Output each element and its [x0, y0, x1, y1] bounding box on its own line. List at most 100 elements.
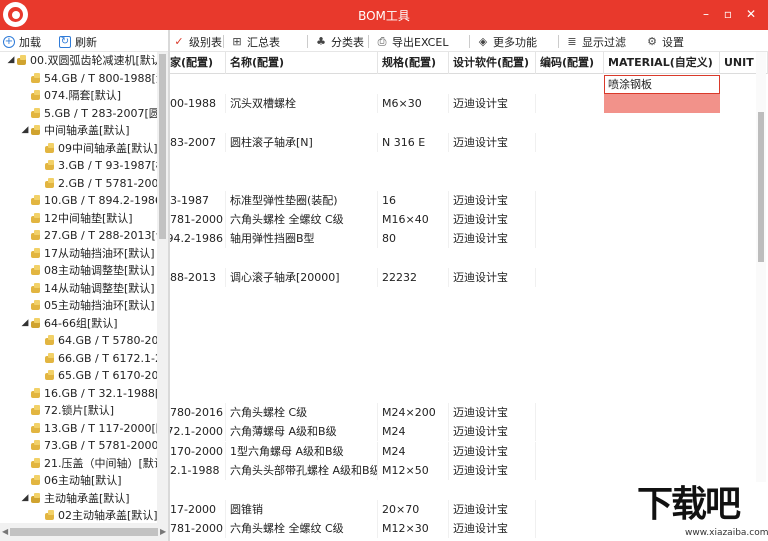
table-cell[interactable]: 3-1987: [170, 190, 226, 210]
table-row[interactable]: 780-2016 六角头螺栓 C级 M24×200 迈迪设计宝: [170, 403, 768, 423]
tree-vertical-scrollbar[interactable]: [157, 52, 168, 523]
table-cell[interactable]: 迈迪设计宝: [449, 229, 536, 249]
tree-node[interactable]: 5.GB / T 283-2007[圆柱: [20, 105, 157, 122]
category-table-button[interactable]: ♣ 分类表: [315, 34, 364, 49]
tree-node[interactable]: 14从动轴调整垫[默认]: [20, 280, 155, 297]
tree-node[interactable]: ◢ 中间轴承盖[默认]: [20, 122, 130, 139]
minimize-button[interactable]: –: [698, 6, 714, 22]
expand-toggle-icon[interactable]: ◢: [20, 315, 30, 332]
table-row[interactable]: 88-2013 调心滚子轴承[20000] 22232 迈迪设计宝: [170, 268, 768, 287]
table-row[interactable]: 2.1-1988 六角头头部带孔螺栓 A级和B级 M12×50 迈迪设计宝: [170, 461, 768, 480]
tree-node[interactable]: ◢ 00.双圆弧齿轮减速机[默认: [6, 52, 157, 69]
column-header[interactable]: 编码(配置): [536, 52, 604, 74]
table-row[interactable]: 172.1-2000六角薄螺母 A级和B级M24迈迪设计宝: [170, 422, 768, 442]
refresh-button[interactable]: ↻ 刷新: [59, 34, 97, 49]
table-cell[interactable]: 六角头螺栓 全螺纹 C级: [226, 518, 378, 538]
table-cell[interactable]: 圆锥销: [226, 499, 378, 519]
table-row[interactable]: [170, 384, 768, 403]
table-cell[interactable]: 迈迪设计宝: [449, 422, 536, 442]
export-excel-button[interactable]: ⎙ 导出EXCEL: [376, 34, 449, 49]
table-cell[interactable]: 六角头螺栓 全螺纹 C级: [226, 210, 378, 230]
table-cell[interactable]: 六角头螺栓 C级: [226, 403, 378, 423]
table-cell[interactable]: 172.1-2000: [170, 422, 226, 442]
tree-hscroll-thumb[interactable]: [10, 528, 158, 536]
tree-node[interactable]: 2.GB / T 5781-2000: [34, 175, 157, 192]
table-row[interactable]: 94.2-1986 轴用弹性挡圈B型 80 迈迪设计宝: [170, 229, 768, 249]
table-cell[interactable]: 迈迪设计宝: [449, 94, 536, 114]
table-cell[interactable]: 00-1988: [170, 94, 226, 114]
tree-node[interactable]: 27.GB / T 288-2013[调: [20, 227, 157, 244]
close-button[interactable]: ✕: [743, 6, 759, 22]
summary-table-button[interactable]: ⊞ 汇总表: [231, 34, 280, 49]
tree-scroll-thumb[interactable]: [159, 54, 166, 239]
table-scroll-thumb[interactable]: [758, 112, 764, 262]
column-header[interactable]: MATERIAL(自定义): [604, 52, 720, 74]
table-cell[interactable]: M12×50: [378, 461, 449, 480]
tree-node[interactable]: 54.GB / T 800-1988[沉: [20, 70, 157, 87]
table-row[interactable]: 3-1987 标准型弹性垫圈(装配) 16 迈迪设计宝: [170, 190, 768, 210]
table-row[interactable]: [170, 249, 768, 268]
table-cell[interactable]: 170-2000: [170, 441, 226, 461]
tree-node[interactable]: 66.GB / T 6172.1-2(: [34, 350, 157, 367]
expand-toggle-icon[interactable]: ◢: [20, 122, 30, 139]
scroll-left-icon[interactable]: ◀: [2, 527, 8, 536]
column-header[interactable]: 名称(配置): [226, 52, 378, 74]
display-filter-button[interactable]: ≣ 显示过滤: [566, 34, 626, 49]
tree-node[interactable]: 05主动轴挡油环[默认]: [20, 297, 155, 314]
tree-node[interactable]: 09中间轴承盖[默认]: [34, 140, 157, 157]
table-cell[interactable]: N 316 E: [378, 132, 449, 152]
table-row[interactable]: [170, 365, 768, 384]
table-cell[interactable]: M12×30: [378, 518, 449, 538]
table-cell[interactable]: 83-2007: [170, 132, 226, 152]
table-cell[interactable]: M24: [378, 422, 449, 442]
table-row[interactable]: [170, 152, 768, 171]
tree-node[interactable]: 72.锁片[默认]: [20, 402, 114, 419]
table-cell[interactable]: 圆柱滚子轴承[N]: [226, 132, 378, 152]
tree-node[interactable]: 074.隔套[默认]: [20, 87, 121, 104]
tree-node[interactable]: ◢ 主动轴承盖[默认]: [20, 490, 130, 507]
tree-node[interactable]: 3.GB / T 93-1987[标: [34, 157, 157, 174]
table-cell[interactable]: 迈迪设计宝: [449, 268, 536, 287]
tree-node[interactable]: ◢ 64-66组[默认]: [20, 315, 118, 332]
table-cell[interactable]: 标准型弹性垫圈(装配): [226, 190, 378, 210]
table-row[interactable]: [170, 114, 768, 133]
table-cell[interactable]: 22232: [378, 268, 449, 287]
table-cell[interactable]: 六角薄螺母 A级和B级: [226, 422, 378, 442]
table-vertical-scrollbar[interactable]: [756, 52, 766, 482]
scroll-right-icon[interactable]: ▶: [160, 527, 166, 536]
table-cell[interactable]: 迈迪设计宝: [449, 210, 536, 230]
load-button[interactable]: + 加载: [3, 34, 41, 49]
column-header[interactable]: 规格(配置): [378, 52, 449, 74]
table-cell[interactable]: 调心滚子轴承[20000]: [226, 268, 378, 287]
table-cell[interactable]: 20×70: [378, 499, 449, 519]
expand-toggle-icon[interactable]: ◢: [6, 52, 16, 69]
tree-node[interactable]: 21.压盖（中间轴）[默认: [20, 455, 157, 472]
maximize-button[interactable]: ▫: [720, 6, 736, 22]
expand-toggle-icon[interactable]: ◢: [20, 490, 30, 507]
table-row[interactable]: [170, 345, 768, 364]
tree-node[interactable]: 02主动轴承盖[默认]: [34, 507, 157, 523]
table-row[interactable]: [170, 307, 768, 326]
tree-node[interactable]: 12中间轴垫[默认]: [20, 210, 133, 227]
table-cell[interactable]: 780-2016: [170, 403, 226, 423]
table-cell[interactable]: 94.2-1986: [170, 229, 226, 249]
tree-node[interactable]: 08主动轴调整垫[默认]: [20, 262, 155, 279]
table-cell[interactable]: 2.1-1988: [170, 461, 226, 480]
tree-node[interactable]: 06主动轴[默认]: [20, 472, 122, 489]
table-cell[interactable]: 781-2000: [170, 210, 226, 230]
table-cell[interactable]: M6×30: [378, 94, 449, 114]
bom-table[interactable]: 家(配置) 名称(配置) 规格(配置) 设计软件(配置) 编码(配置) MATERIAL(…: [170, 52, 768, 541]
table-cell[interactable]: 轴用弹性挡圈B型: [226, 229, 378, 249]
table-row[interactable]: 781-2000 六角头螺栓 全螺纹 C级 M16×40 迈迪设计宝: [170, 210, 768, 230]
table-cell[interactable]: 1型六角螺母 A级和B级: [226, 441, 378, 461]
table-row[interactable]: [170, 326, 768, 345]
settings-button[interactable]: ⚙ 设置: [646, 34, 684, 49]
table-cell[interactable]: M24×200: [378, 403, 449, 423]
table-row[interactable]: 170-2000 1型六角螺母 A级和B级 M24 迈迪设计宝: [170, 441, 768, 461]
table-cell[interactable]: M16×40: [378, 210, 449, 230]
table-cell[interactable]: 迈迪设计宝: [449, 403, 536, 423]
tree-node[interactable]: 65.GB / T 6170-200: [34, 367, 157, 384]
table-cell[interactable]: 781-2000: [170, 518, 226, 538]
table-cell[interactable]: 80: [378, 229, 449, 249]
tree-node[interactable]: 73.GB / T 5781-2000[六: [20, 437, 157, 454]
